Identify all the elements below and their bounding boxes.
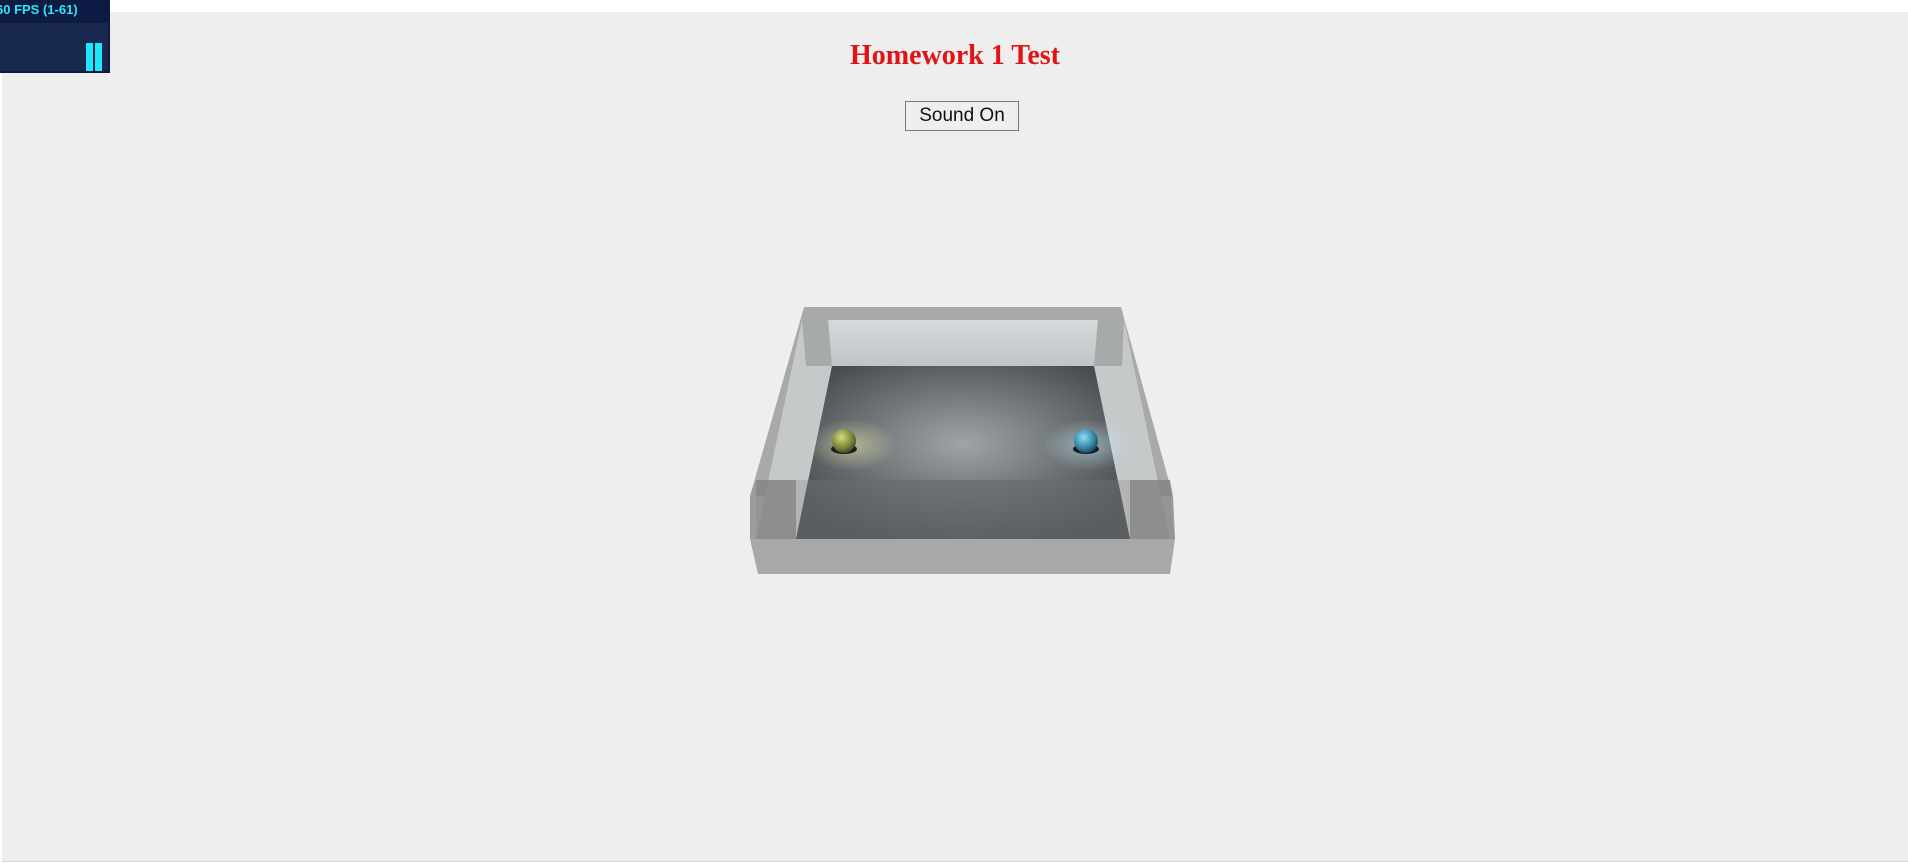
- fps-graph-bar: [86, 43, 93, 71]
- fps-graph-bar: [95, 43, 102, 71]
- fps-graph: [0, 23, 108, 71]
- fps-readout: 60 FPS (1-61): [0, 2, 78, 17]
- 3d-scene: [750, 307, 1175, 574]
- canvas-viewport: Homework 1 Test Sound On: [2, 12, 1908, 862]
- fps-stats-panel[interactable]: 60 FPS (1-61): [0, 0, 110, 73]
